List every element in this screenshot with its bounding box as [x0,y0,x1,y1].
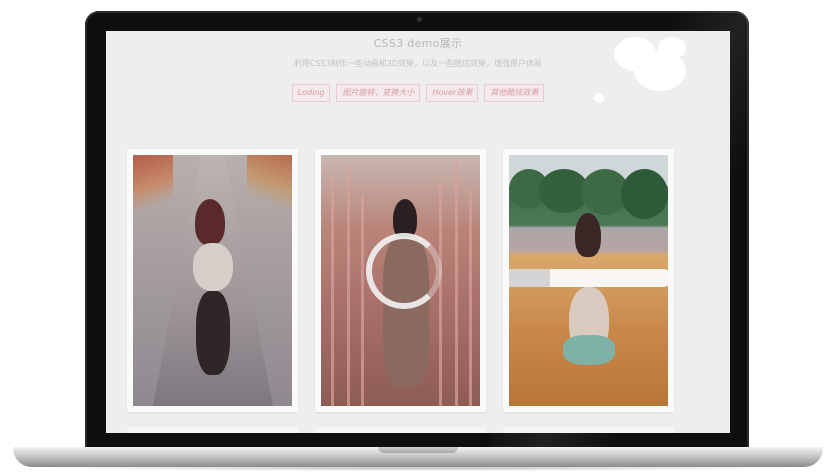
person-hair [195,199,225,245]
tab-hover[interactable]: Hover效果 [426,84,479,102]
reed [439,181,442,406]
card-footer-strip [315,427,486,433]
gallery-card-road[interactable] [127,149,298,412]
person-body [193,243,233,291]
person-legs [563,335,615,365]
camera-dot [417,17,422,22]
screen: CSS3 demo展示 利用CSS3制作一些动画和3D效果，以及一些酷炫效果，增… [106,31,730,433]
reed [361,196,364,406]
loading-ring [366,233,442,309]
field-photo [509,155,668,406]
tab-loading[interactable]: Loding [291,84,331,102]
reed [469,191,472,406]
progress-bar [509,269,668,287]
reeds-photo [321,155,480,406]
gallery-card-field[interactable] [503,149,674,412]
reed [347,166,350,406]
demo-tabs: Loding 图片旋转、变换大小 Hover效果 其他酷炫效果 [106,84,730,102]
roadside-grass [133,155,173,215]
person-hair [575,213,601,257]
reed [331,176,334,406]
road-photo [133,155,292,406]
page-subtitle: 利用CSS3制作一些动画和3D效果，以及一些酷炫效果，增强用户体验 [293,59,543,68]
card-footer-strip [127,427,298,433]
roadside-grass [247,155,292,210]
person-legs [196,291,230,375]
reed [455,161,458,406]
laptop-base-notch [378,447,458,453]
tab-rotate-resize[interactable]: 图片旋转、变换大小 [336,84,421,102]
tree [621,169,668,219]
page-title: CSS3 demo展示 [373,37,463,50]
tab-other-effects[interactable]: 其他酷炫效果 [484,84,545,102]
laptop-base [13,447,823,467]
card-footer-strip [503,427,674,433]
gallery-card-reeds[interactable] [315,149,486,412]
progress-bar-fill [509,269,550,287]
